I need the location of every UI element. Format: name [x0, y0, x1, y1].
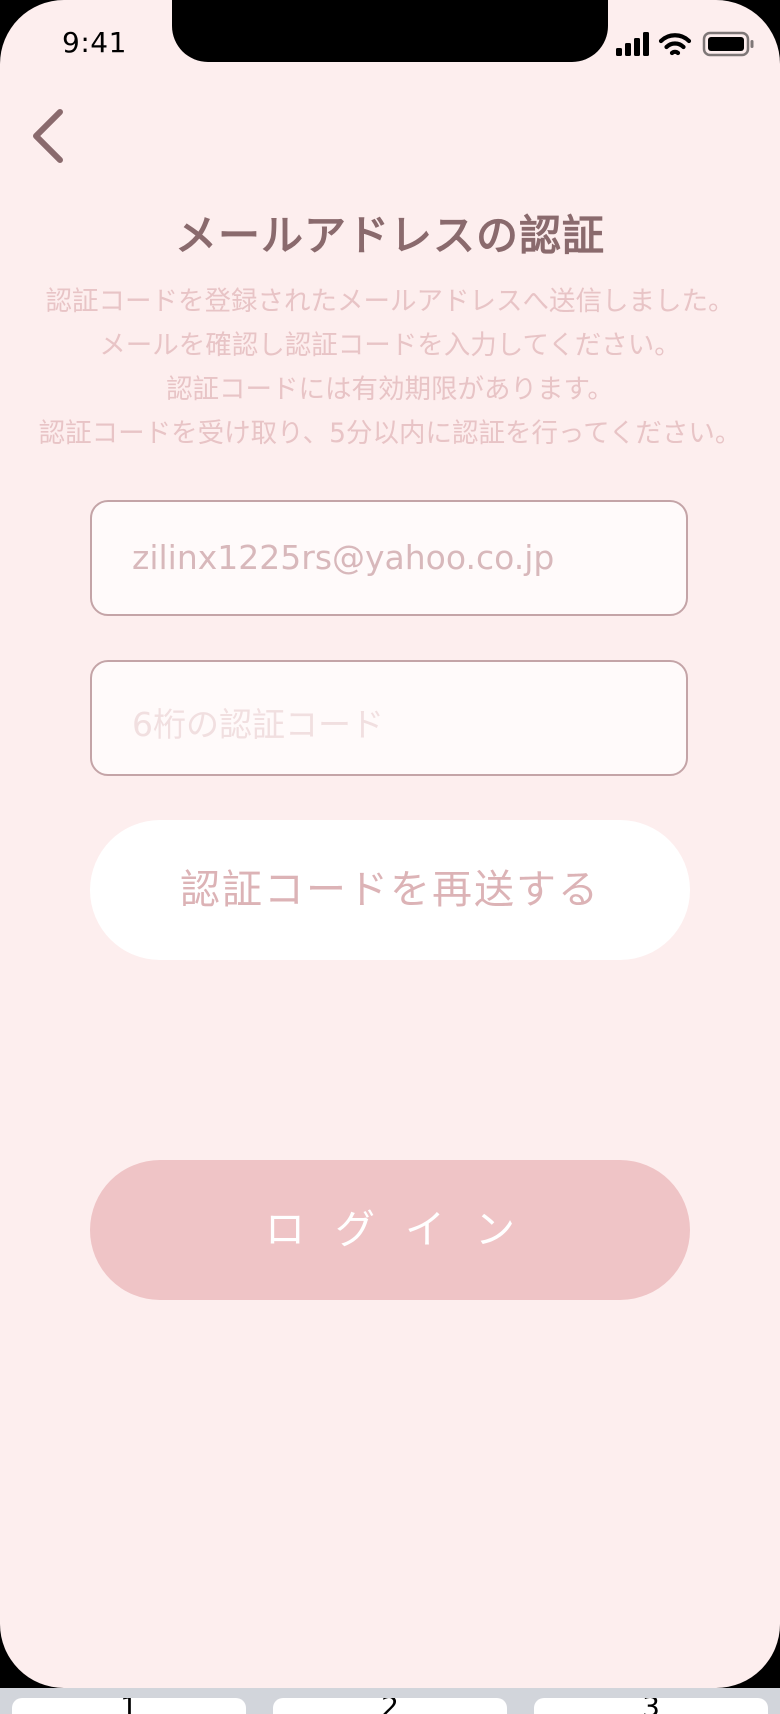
login-button[interactable]: ログイン — [90, 1160, 690, 1300]
keyboard: 1 2 3 — [0, 1688, 780, 1714]
resend-code-button[interactable]: 認証コードを再送する — [90, 820, 690, 960]
description-line: 認証コードを登録されたメールアドレスへ送信しました。 — [45, 286, 735, 317]
verification-code-input[interactable]: 6桁の認証コード — [90, 660, 688, 776]
key-label: 1 — [12, 1698, 246, 1714]
page-title: メールアドレスの認証 — [174, 211, 605, 260]
status-icons — [616, 31, 754, 57]
key-3[interactable]: 3 — [534, 1698, 768, 1714]
code-placeholder: 6桁の認証コード — [132, 705, 384, 744]
screen: 9:41 メールアドレスの認証 認証コードを登録されたメールアドレスへ送信しまし… — [0, 0, 780, 1688]
cellular-signal-icon — [616, 32, 649, 56]
battery-icon — [702, 31, 754, 57]
phone-frame: 9:41 メールアドレスの認証 認証コードを登録されたメールアドレスへ送信しまし… — [0, 0, 780, 1714]
email-field[interactable]: zilinx1225rs@yahoo.co.jp — [90, 500, 688, 616]
description: 認証コードを登録されたメールアドレスへ送信しました。 メールを確認し認証コードを… — [0, 280, 780, 456]
key-1[interactable]: 1 — [12, 1698, 246, 1714]
back-button[interactable] — [22, 104, 78, 164]
key-label: 2 — [273, 1698, 507, 1714]
description-line: 認証コードを受け取り、5分以内に認証を行ってください。 — [38, 418, 742, 449]
key-label: 3 — [534, 1698, 768, 1714]
description-line: メールを確認し認証コードを入力してください。 — [99, 330, 681, 361]
device-notch — [172, 0, 608, 62]
chevron-left-icon — [33, 109, 63, 163]
wifi-icon — [658, 33, 692, 56]
description-line: 認証コードには有効期限があります。 — [166, 374, 614, 405]
status-time: 9:41 — [62, 26, 127, 59]
email-value: zilinx1225rs@yahoo.co.jp — [132, 538, 555, 577]
key-2[interactable]: 2 — [273, 1698, 507, 1714]
